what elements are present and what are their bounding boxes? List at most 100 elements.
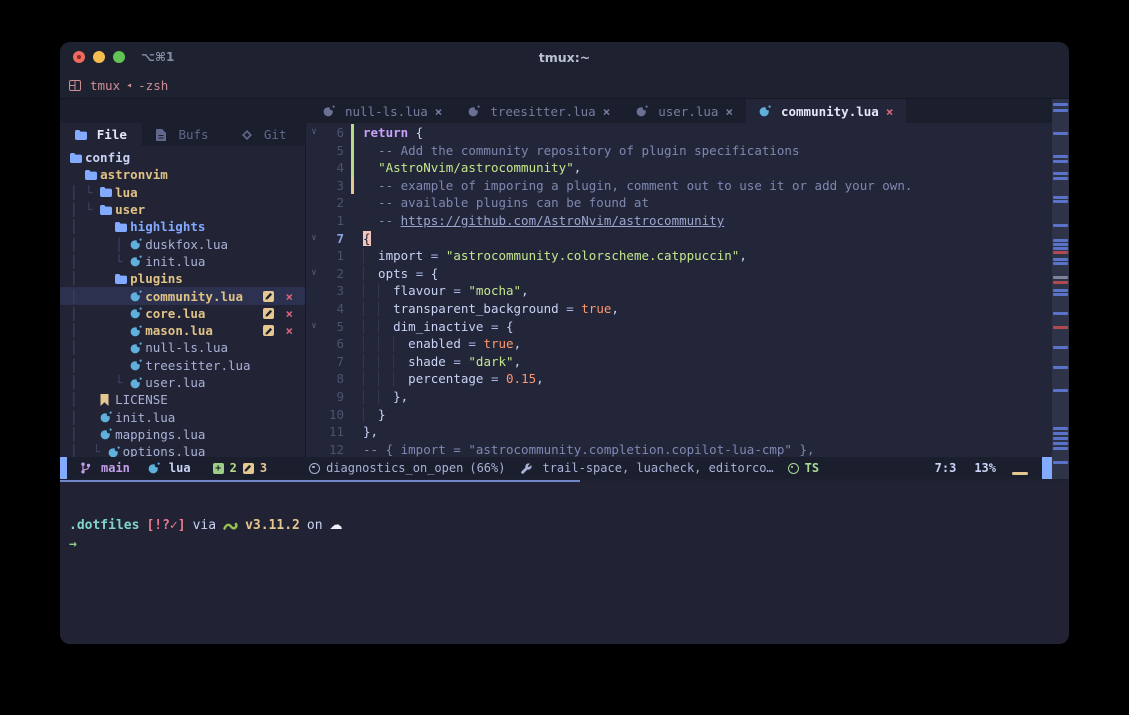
tree-indent-guides: │: [70, 219, 115, 234]
code-text: -- https://github.com/AstroNvim/astrocom…: [363, 212, 724, 230]
tree-item-mappings-lua[interactable]: │ mappings.lua: [60, 426, 305, 443]
git-sign-column: [351, 177, 354, 195]
close-buffer-icon[interactable]: ×: [435, 104, 443, 119]
buffer-tab-treesitter-lua[interactable]: treesitter.lua×: [455, 99, 623, 123]
line-number: 12: [322, 441, 351, 457]
code-line[interactable]: ∨6return {: [306, 124, 1052, 142]
code-line[interactable]: 3 -- example of imporing a plugin, comme…: [306, 177, 1052, 195]
tree-item-astronvim[interactable]: astronvim: [60, 166, 305, 183]
close-buffer-icon[interactable]: ×: [725, 104, 733, 119]
fold-column: [306, 423, 322, 441]
tree-item-plugins[interactable]: │ plugins: [60, 270, 305, 287]
buffer-tab-null-ls-lua[interactable]: null-ls.lua×: [310, 99, 455, 123]
buffer-tab-user-lua[interactable]: user.lua ×: [623, 99, 746, 123]
line-number: 5: [322, 142, 351, 160]
tree-item-user[interactable]: │ └ user: [60, 201, 305, 218]
tree-item-null-ls-lua[interactable]: │ null-ls.lua: [60, 339, 305, 356]
git-sign-column: [351, 265, 354, 283]
buffer-tab-community-lua[interactable]: community.lua×: [746, 99, 906, 123]
code-line[interactable]: 1▏ import = "astrocommunity.colorscheme.…: [306, 247, 1052, 265]
minimap-scrollbar[interactable]: [1052, 99, 1069, 479]
code-line[interactable]: 9▏ ▏ },: [306, 388, 1052, 406]
close-buffer-icon[interactable]: ×: [886, 104, 894, 119]
ruler-bar: [1012, 472, 1028, 475]
code-text: ▏ ▏ ▏ percentage = 0.15,: [363, 370, 544, 388]
tree-item-init-lua[interactable]: │ └ init.lua: [60, 253, 305, 270]
tree-item-highlights[interactable]: │ highlights: [60, 218, 305, 235]
neotree-sidebar: FileBufsGit config astronvim│ └ lua│ └ u…: [60, 123, 306, 457]
scrollbar-change-mark: [1053, 155, 1068, 158]
tree-item-community-lua[interactable]: │ community.lua×: [60, 287, 305, 304]
tree-item-LICENSE[interactable]: │ LICENSE: [60, 391, 305, 408]
git-branch-label[interactable]: main: [101, 461, 130, 475]
line-number: 4: [322, 159, 351, 177]
git-added-count: 2: [230, 461, 237, 475]
close-file-icon[interactable]: ×: [285, 306, 293, 321]
folder-icon: [85, 170, 100, 180]
code-line[interactable]: 10▏ }: [306, 406, 1052, 424]
tree-item-user-lua[interactable]: │ └ user.lua: [60, 374, 305, 391]
tree-item-lua[interactable]: │ └ lua: [60, 184, 305, 201]
fold-arrow-icon[interactable]: ∨: [306, 265, 322, 283]
code-line[interactable]: 4▏ ▏ transparent_background = true,: [306, 300, 1052, 318]
neotree-tab-file[interactable]: File: [60, 123, 142, 146]
close-buffer-icon[interactable]: ×: [603, 104, 611, 119]
code-line[interactable]: 3▏ ▏ flavour = "mocha",: [306, 282, 1052, 300]
tmux-pane-border[interactable]: [60, 479, 1069, 482]
tree-item-duskfox-lua[interactable]: │ │ duskfox.lua: [60, 235, 305, 252]
tree-item-config[interactable]: config: [60, 149, 305, 166]
code-line[interactable]: ∨5▏ ▏ dim_inactive = {: [306, 318, 1052, 336]
code-line[interactable]: 12-- { import = "astrocommunity.completi…: [306, 441, 1052, 457]
tree-item-label: init.lua: [115, 410, 175, 425]
code-line[interactable]: 2 -- available plugins can be found at: [306, 194, 1052, 212]
tree-item-label: null-ls.lua: [145, 340, 228, 355]
fold-arrow-icon[interactable]: ∨: [306, 230, 322, 248]
shell-pane[interactable]: .dotfiles [!?✓] via v3.11.2 on ☁ →: [60, 482, 1069, 644]
code-editor[interactable]: ∨6return {5 -- Add the community reposit…: [306, 123, 1052, 457]
tree-item-label: community.lua: [145, 289, 243, 304]
tmux-session-icon: [69, 80, 84, 91]
prompt-python-version: v3.11.2: [245, 516, 300, 535]
code-line[interactable]: 6▏ ▏ ▏ enabled = true,: [306, 335, 1052, 353]
minimize-window-button[interactable]: [93, 51, 105, 63]
folder-icon: [75, 130, 90, 140]
lua-file-icon: [130, 325, 145, 337]
code-line[interactable]: 5 -- Add the community repository of plu…: [306, 142, 1052, 160]
tree-item-init-lua[interactable]: │ init.lua: [60, 408, 305, 425]
tree-item-core-lua[interactable]: │ core.lua×: [60, 305, 305, 322]
shell-input-line[interactable]: →: [69, 535, 1069, 554]
tree-indent-guides: │: [70, 306, 130, 321]
fold-arrow-icon[interactable]: ∨: [306, 318, 322, 336]
tree-item-label: mason.lua: [145, 323, 213, 338]
git-branch-icon: [80, 462, 95, 474]
code-line[interactable]: 8▏ ▏ ▏ percentage = 0.15,: [306, 370, 1052, 388]
code-text: ▏ ▏ dim_inactive = {: [363, 318, 514, 336]
line-number: 3: [322, 282, 351, 300]
zoom-window-button[interactable]: [113, 51, 125, 63]
terminal-tab-bar[interactable]: tmux ◂ -zsh: [60, 72, 1069, 99]
close-file-icon[interactable]: ×: [285, 323, 293, 338]
tree-indent-guides: │: [70, 271, 115, 286]
code-text: -- available plugins can be found at: [363, 194, 649, 212]
code-text: },: [363, 423, 378, 441]
neotree-tab-git[interactable]: Git: [223, 123, 305, 146]
code-line[interactable]: 7▏ ▏ ▏ shade = "dark",: [306, 353, 1052, 371]
neotree-tab-bufs[interactable]: Bufs: [142, 123, 224, 146]
buffer-tab-label: user.lua: [658, 104, 718, 119]
fold-arrow-icon[interactable]: ∨: [306, 124, 322, 142]
close-file-icon[interactable]: ×: [285, 289, 293, 304]
code-line[interactable]: 1 -- https://github.com/AstroNvim/astroc…: [306, 212, 1052, 230]
tree-item-treesitter-lua[interactable]: │ treesitter.lua: [60, 357, 305, 374]
tree-item-label: user: [115, 202, 145, 217]
code-line[interactable]: ∨2▏ opts = {: [306, 265, 1052, 283]
fold-column: [306, 353, 322, 371]
close-window-button[interactable]: [73, 51, 85, 63]
cursor-position: 7:3: [935, 461, 957, 475]
code-line[interactable]: ∨7{: [306, 230, 1052, 248]
code-line[interactable]: 4 "AstroNvim/astrocommunity",: [306, 159, 1052, 177]
tree-item-mason-lua[interactable]: │ mason.lua×: [60, 322, 305, 339]
diagnostics-label[interactable]: diagnostics_on_open: [326, 461, 463, 475]
tree-indent-guides: │ └: [70, 375, 130, 390]
code-line[interactable]: 11},: [306, 423, 1052, 441]
scrollbar-change-mark: [1053, 243, 1068, 246]
